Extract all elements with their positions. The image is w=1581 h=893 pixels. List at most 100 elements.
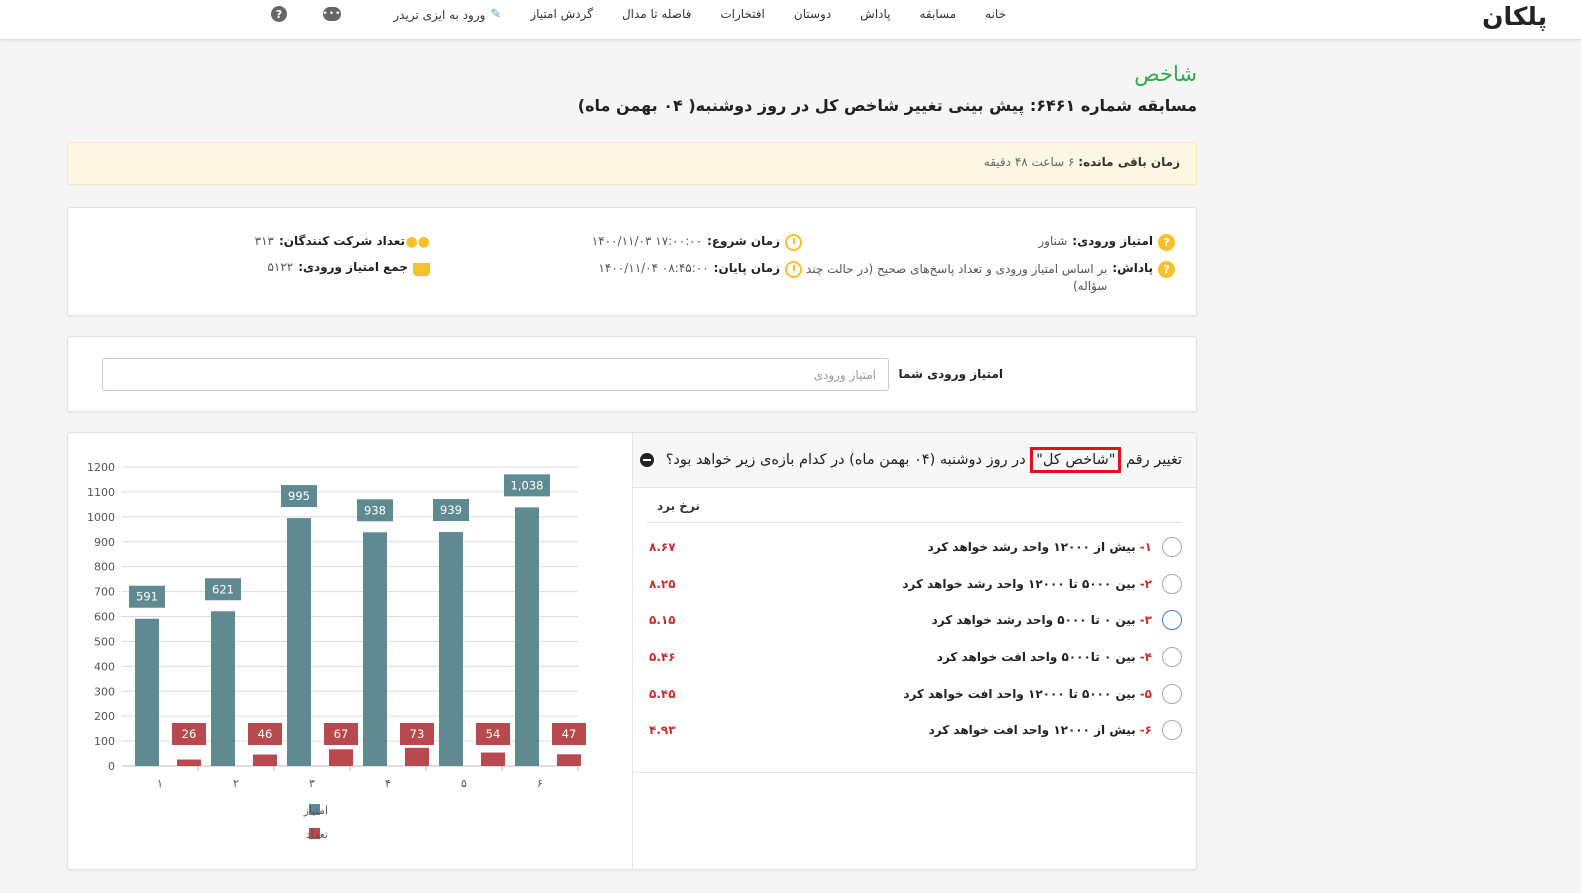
- bar-count: [253, 754, 277, 766]
- collapse-icon[interactable]: [639, 453, 654, 467]
- end-time-label: زمان پایان:: [713, 261, 780, 275]
- question-pane: تغییر رقم "شاخص کل" در روز دوشنبه (۰۴ به…: [632, 433, 1196, 869]
- help-icon[interactable]: ?: [271, 6, 287, 22]
- odds-header-label: نرخ برد: [657, 499, 700, 513]
- option-radio[interactable]: [1162, 573, 1182, 594]
- total-points-label: جمع امتیاز ورودی:: [298, 260, 408, 274]
- data-label-points: 939: [440, 503, 462, 517]
- nav-home[interactable]: خانه: [985, 7, 1006, 22]
- option-radio[interactable]: [1162, 537, 1182, 558]
- chat-icon[interactable]: •••: [323, 7, 341, 21]
- start-time-label: زمان شروع:: [707, 234, 780, 248]
- entry-points-card: امتیاز ورودی شما: [67, 336, 1197, 412]
- option-row[interactable]: ۵-بین ۵۰۰۰ تا ۱۲۰۰۰ واحد افت خواهد کرد ۵…: [647, 675, 1182, 712]
- data-label-count: 47: [562, 727, 577, 741]
- competition-info-card: ? امتیاز ورودی: شناور ? پاداش: بر اساس ا…: [67, 207, 1197, 316]
- option-radio[interactable]: [1162, 720, 1182, 741]
- data-label-count: 73: [410, 727, 425, 741]
- bar-points: [135, 618, 159, 766]
- odds-header: نرخ برد: [647, 499, 1182, 523]
- reward-label: پاداش:: [1112, 261, 1153, 275]
- participants-value: ۳۱۳: [254, 234, 274, 248]
- question-header: تغییر رقم "شاخص کل" در روز دوشنبه (۰۴ به…: [633, 433, 1196, 488]
- time-remaining-alert: زمان باقی مانده: ۶ ساعت ۴۸ دقیقه: [67, 142, 1197, 185]
- end-time-value: ۰۸:۴۵:۰۰ ۱۴۰۰/۱۱/۰۴: [598, 261, 709, 275]
- data-label-points: 938: [364, 503, 386, 517]
- y-tick-label: 800: [94, 561, 115, 574]
- option-label: ۳-بین ۰ تا ۵۰۰۰ واحد رشد خواهد کرد: [931, 613, 1152, 628]
- option-row[interactable]: ۳-بین ۰ تا ۵۰۰۰ واحد رشد خواهد کرد ۵.۱۵: [647, 602, 1182, 639]
- nav-medal-distance[interactable]: فاصله تا مدال: [622, 7, 691, 22]
- your-entry-points-label: امتیاز ورودی شما: [898, 367, 1003, 381]
- question-icon: ?: [1158, 261, 1175, 278]
- option-row[interactable]: ۴-بین ۰ تا۵۰۰۰ واحد افت خواهد کرد ۵.۴۶: [647, 639, 1182, 676]
- y-tick-label: 100: [94, 735, 115, 748]
- nav-points-flow[interactable]: گردش امتیاز: [530, 7, 593, 22]
- nav-easy-trader[interactable]: ✎ ورود به ایزی تریدر: [393, 7, 501, 22]
- option-odds: ۵.۴۵: [649, 686, 676, 701]
- bar-count: [481, 752, 505, 766]
- data-label-points: 1,038: [511, 478, 544, 492]
- x-tick-label: ۳: [309, 777, 315, 790]
- x-tick-label: ۱: [157, 777, 163, 790]
- option-row[interactable]: ۲-بین ۵۰۰۰ تا ۱۲۰۰۰ واحد رشد خواهد کرد ۸…: [647, 566, 1182, 603]
- option-radio[interactable]: [1162, 683, 1182, 704]
- bar-chart-svg: 0 100 200 300 400 500 600 700 800 900 1000 1100 1200…: [87, 461, 586, 841]
- options-divider: [632, 772, 1196, 773]
- top-navbar: پلکان خانه مسابقه پاداش دوستان افتخارات …: [0, 0, 1581, 40]
- nav-easy-trader-label: ورود به ایزی تریدر: [393, 7, 486, 22]
- data-label-count: 54: [486, 727, 501, 741]
- question-text: تغییر رقم "شاخص کل" در روز دوشنبه (۰۴ به…: [665, 447, 1182, 473]
- bar-points: [287, 518, 311, 766]
- site-logo[interactable]: پلکان: [1482, 2, 1548, 31]
- clock-icon: [785, 261, 802, 278]
- clock-icon: [785, 234, 802, 251]
- nav-honors[interactable]: افتخارات: [720, 7, 765, 22]
- option-label: ۲-بین ۵۰۰۰ تا ۱۲۰۰۰ واحد رشد خواهد کرد: [902, 576, 1152, 591]
- info-col-stats: ●● تعداد شرکت کنندگان: ۳۱۳ جمع امتیاز ور…: [255, 234, 430, 286]
- nav-competition[interactable]: مسابقه: [920, 7, 957, 22]
- nav-friends[interactable]: دوستان: [794, 7, 831, 22]
- option-radio[interactable]: [1162, 610, 1182, 631]
- bar-count: [405, 747, 429, 766]
- option-label: ۵-بین ۵۰۰۰ تا ۱۲۰۰۰ واحد افت خواهد کرد: [903, 686, 1152, 701]
- participants-row: ●● تعداد شرکت کنندگان: ۳۱۳: [255, 234, 430, 250]
- option-odds: ۵.۱۵: [649, 613, 676, 628]
- end-time-row: زمان پایان: ۰۸:۴۵:۰۰ ۱۴۰۰/۱۱/۰۴: [592, 261, 802, 278]
- entry-points-row: ? امتیاز ورودی: شناور: [777, 234, 1175, 251]
- question-text-after: در روز دوشنبه (۰۴ بهمن ماه) در کدام بازه…: [665, 452, 1026, 468]
- competition-title: مسابقه شماره ۶۴۶۱: پیش بینی تغییر شاخص ک…: [577, 96, 1197, 115]
- option-odds: ۴.۹۳: [649, 723, 676, 738]
- info-col-entry: ? امتیاز ورودی: شناور ? پاداش: بر اساس ا…: [777, 234, 1175, 306]
- option-odds: ۸.۶۷: [649, 540, 676, 555]
- option-row[interactable]: ۶-بیش از ۱۲۰۰۰ واحد افت خواهد کرد ۴.۹۳: [647, 712, 1182, 749]
- y-tick-label: 700: [94, 586, 115, 599]
- data-label-points: 591: [136, 590, 158, 604]
- entry-points-input[interactable]: [102, 358, 889, 391]
- x-tick-label: ۲: [233, 777, 239, 790]
- y-tick-label: 300: [94, 685, 115, 698]
- option-radio[interactable]: [1162, 647, 1182, 668]
- basket-icon: [413, 263, 430, 276]
- nav-reward[interactable]: پاداش: [860, 7, 890, 22]
- reward-value: بر اساس امتیاز ورودی و تعداد پاسخ‌های صح…: [805, 262, 1108, 294]
- legend-label: تعداد: [306, 828, 328, 841]
- option-row[interactable]: ۱-بیش از ۱۲۰۰۰ واحد رشد خواهد کرد ۸.۶۷: [647, 529, 1182, 566]
- highlighted-term: "شاخص کل": [1030, 447, 1122, 473]
- nav-icons: ? •••: [271, 6, 341, 22]
- total-points-row: جمع امتیاز ورودی: ۵۱۲۲: [255, 260, 430, 276]
- bar-count: [557, 754, 581, 766]
- option-odds: ۸.۲۵: [649, 576, 676, 591]
- option-odds: ۵.۴۶: [649, 650, 676, 665]
- data-label-points: 621: [212, 582, 234, 596]
- y-tick-label: 0: [108, 760, 115, 773]
- legend-label: امتیاز: [303, 804, 328, 817]
- y-tick-label: 1200: [87, 461, 115, 474]
- data-label-points: 995: [288, 489, 310, 503]
- pen-icon: ✎: [490, 7, 502, 22]
- category-title: شاخص: [1134, 62, 1197, 86]
- option-label: ۶-بیش از ۱۲۰۰۰ واحد افت خواهد کرد: [928, 723, 1152, 738]
- bar-count: [177, 759, 201, 766]
- time-remaining-value: ۶ ساعت ۴۸ دقیقه: [983, 155, 1075, 169]
- y-tick-label: 400: [94, 660, 115, 673]
